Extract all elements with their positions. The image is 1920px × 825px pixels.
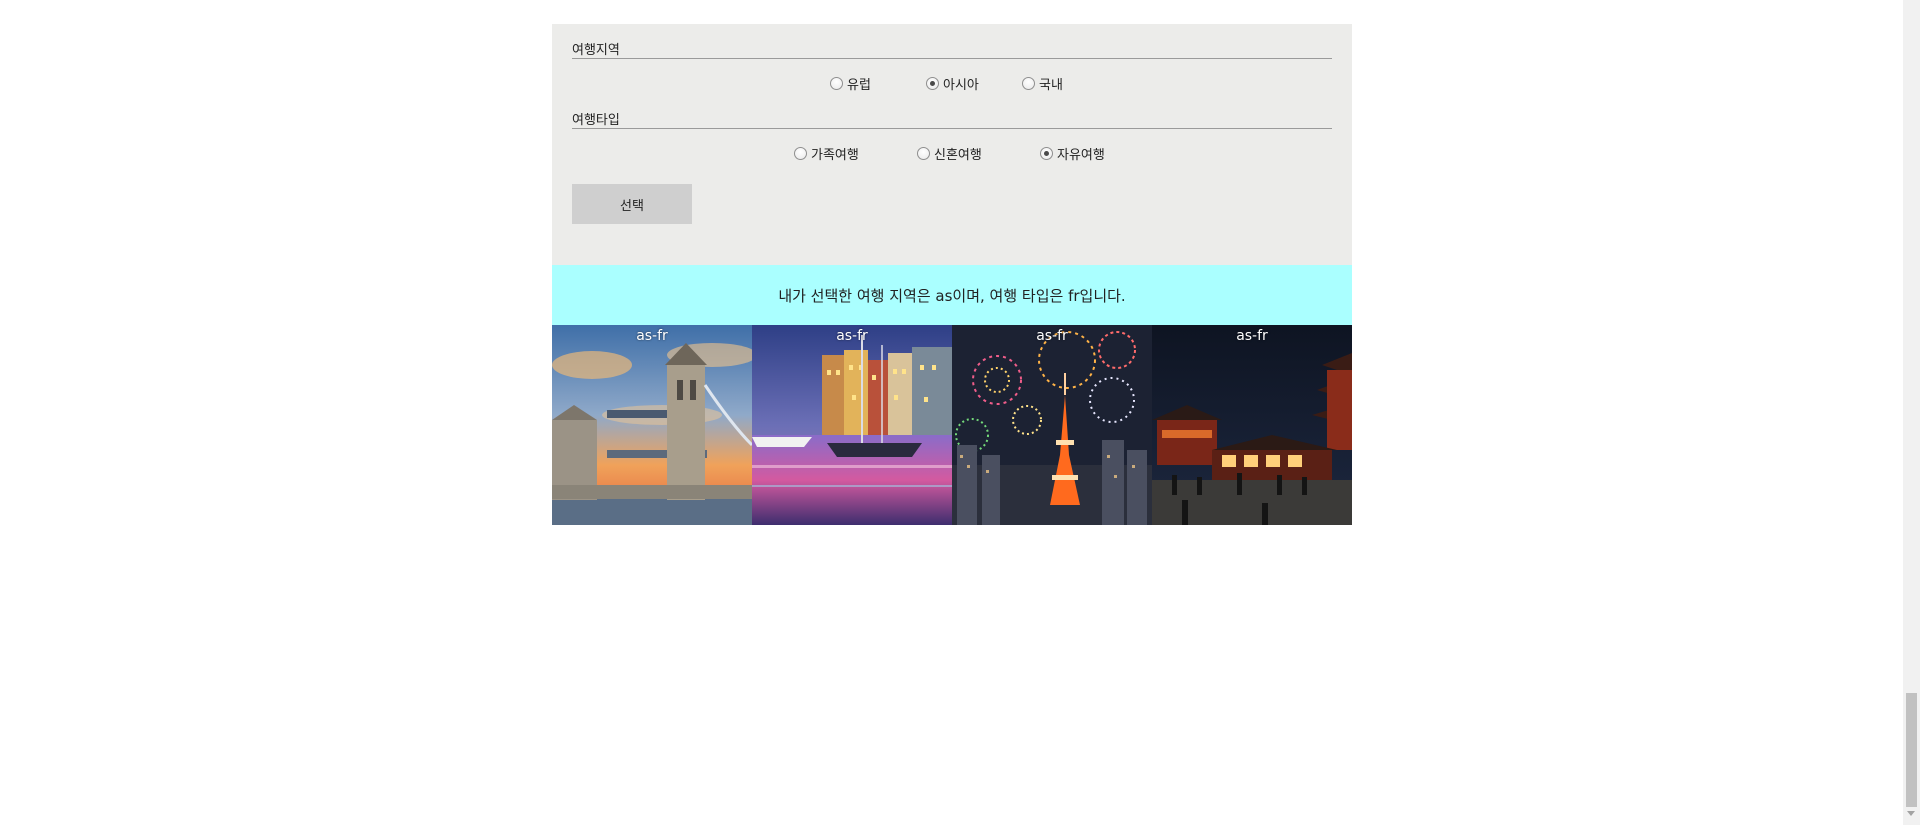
vertical-scrollbar[interactable] bbox=[1903, 0, 1920, 825]
radio-region-asia[interactable]: 아시아 bbox=[926, 74, 1022, 93]
harbor-boats-photo bbox=[752, 325, 952, 525]
tower-bridge-photo bbox=[552, 325, 752, 525]
tile-caption: as-fr bbox=[1236, 328, 1268, 344]
type-legend: 여행타입 bbox=[572, 114, 1332, 129]
region-radio-group: 유럽 아시아 국내 bbox=[830, 74, 1118, 93]
gallery-tile: as-fr bbox=[952, 325, 1152, 525]
radio-circle-checked[interactable] bbox=[1040, 146, 1053, 160]
radio-label: 국내 bbox=[1039, 77, 1063, 93]
radio-label: 자유여행 bbox=[1057, 147, 1105, 163]
result-message: 내가 선택한 여행 지역은 as이며, 여행 타입은 fr입니다. bbox=[552, 265, 1352, 325]
scroll-down-arrow-icon[interactable] bbox=[1907, 811, 1915, 816]
tile-caption: as-fr bbox=[636, 328, 668, 344]
radio-circle[interactable] bbox=[794, 146, 807, 160]
radio-label: 유럽 bbox=[847, 77, 871, 93]
type-radio-group: 가족여행 신혼여행 자유여행 bbox=[794, 144, 1163, 163]
travel-form-panel: 여행지역 유럽 아시아 국내 여행타입 가족여행 신혼여행 자유여행 선택 bbox=[552, 24, 1352, 265]
scrollbar-thumb[interactable] bbox=[1906, 693, 1917, 807]
radio-label: 아시아 bbox=[943, 77, 979, 93]
tile-caption: as-fr bbox=[1036, 328, 1068, 344]
radio-type-family[interactable]: 가족여행 bbox=[794, 144, 917, 163]
radio-region-domestic[interactable]: 국내 bbox=[1022, 74, 1118, 93]
tile-caption: as-fr bbox=[836, 328, 868, 344]
temple-night-photo bbox=[1152, 325, 1352, 525]
gallery-tile: as-fr bbox=[552, 325, 752, 525]
radio-type-free[interactable]: 자유여행 bbox=[1040, 144, 1163, 163]
radio-circle-checked[interactable] bbox=[926, 76, 939, 90]
radio-label: 가족여행 bbox=[811, 147, 859, 163]
region-legend: 여행지역 bbox=[572, 44, 1332, 59]
tokyo-tower-fireworks-photo bbox=[952, 325, 1152, 525]
radio-type-honeymoon[interactable]: 신혼여행 bbox=[917, 144, 1040, 163]
gallery-tile: as-fr bbox=[752, 325, 952, 525]
radio-label: 신혼여행 bbox=[934, 147, 982, 163]
photo-gallery: as-fr as-fr as-fr as-fr bbox=[552, 325, 1352, 525]
gallery-tile: as-fr bbox=[1152, 325, 1352, 525]
radio-circle[interactable] bbox=[1022, 76, 1035, 90]
radio-circle[interactable] bbox=[830, 76, 843, 90]
radio-circle[interactable] bbox=[917, 146, 930, 160]
select-button[interactable]: 선택 bbox=[572, 184, 692, 224]
radio-region-europe[interactable]: 유럽 bbox=[830, 74, 926, 93]
